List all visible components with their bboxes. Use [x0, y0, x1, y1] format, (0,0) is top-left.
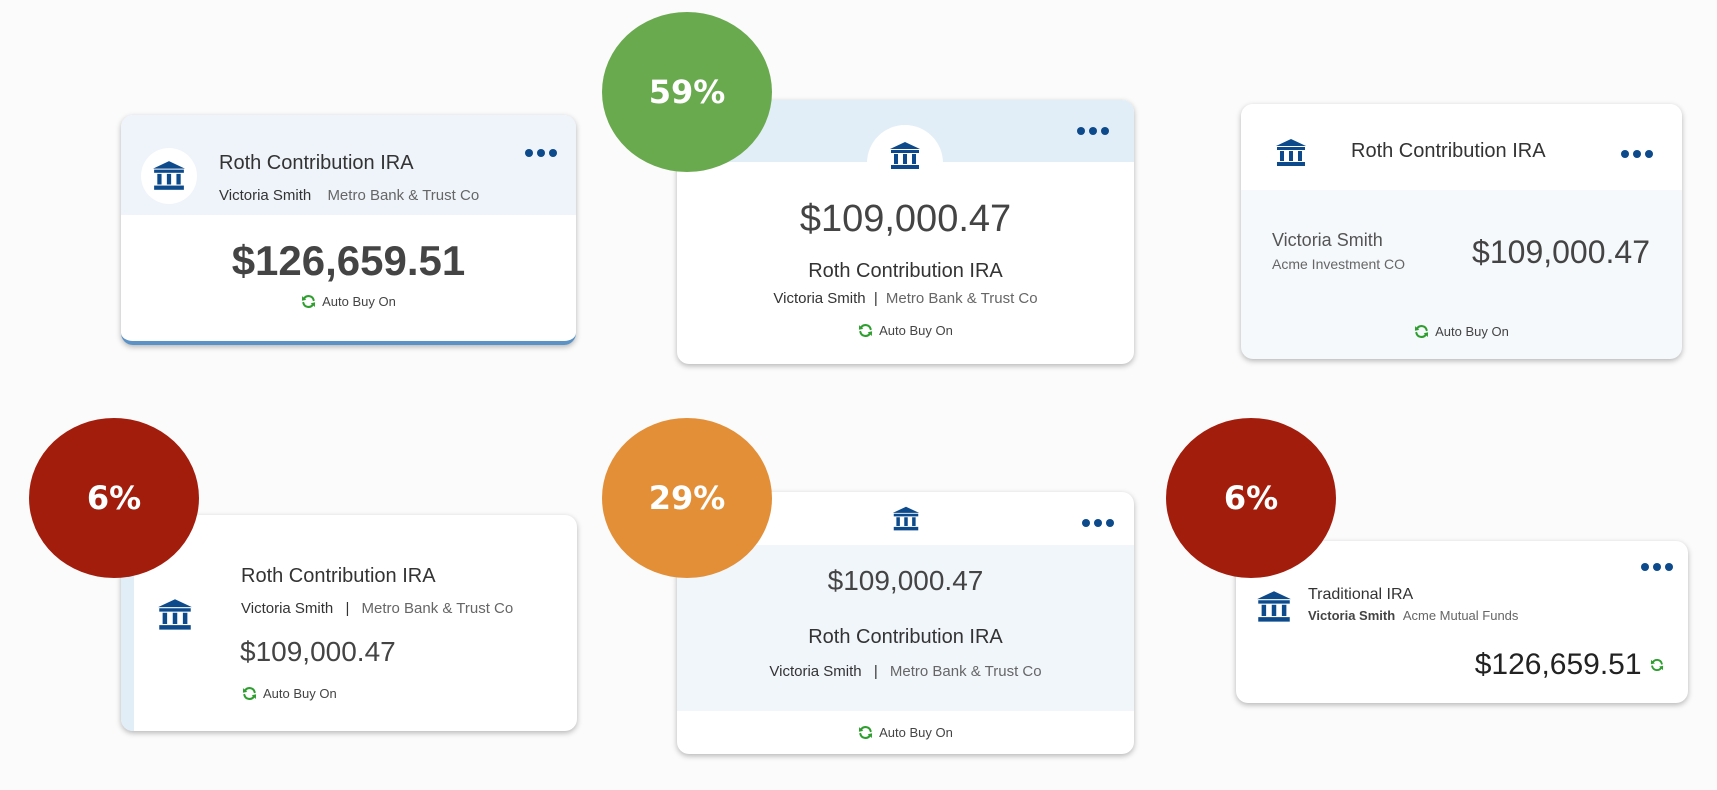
allocation-badge: 59% [602, 12, 772, 172]
more-options-icon[interactable] [1077, 127, 1109, 135]
account-title: Roth Contribution IRA [219, 152, 414, 174]
bank-icon [1274, 137, 1308, 169]
auto-buy-label: Auto Buy On [879, 725, 953, 741]
refresh-icon [1414, 324, 1429, 339]
account-institution: Metro Bank & Trust Co [885, 290, 1038, 307]
account-owner: Victoria Smith [769, 663, 862, 680]
account-title: Roth Contribution IRA [808, 626, 1003, 648]
account-institution: Metro Bank & Trust Co [327, 187, 480, 204]
account-balance: $126,659.51 [231, 237, 466, 284]
account-balance: $109,000.47 [240, 636, 396, 667]
auto-buy-label: Auto Buy On [1435, 324, 1509, 340]
account-card-3[interactable]: Roth Contribution IRA Victoria Smith Acm… [1241, 104, 1682, 359]
account-title: Roth Contribution IRA [1351, 140, 1546, 162]
account-owner: Victoria Smith [241, 600, 334, 617]
account-owner: Victoria Smith [1308, 608, 1396, 623]
separator: | [873, 663, 878, 680]
auto-buy-label: Auto Buy On [263, 686, 337, 702]
auto-buy-status[interactable]: Auto Buy On [677, 322, 1134, 338]
more-options-icon[interactable] [525, 149, 557, 157]
bank-icon-circle [867, 125, 943, 201]
allocation-badge: 29% [602, 418, 772, 578]
account-meta: Victoria Smith | Metro Bank & Trust Co [241, 600, 513, 617]
account-owner: Victoria Smith [219, 187, 312, 204]
account-institution: Acme Investment CO [1272, 256, 1406, 272]
account-institution: Metro Bank & Trust Co [361, 600, 514, 617]
auto-buy-status[interactable]: Auto Buy On [677, 724, 1134, 740]
account-card-1[interactable]: Roth Contribution IRA Victoria Smith Met… [121, 115, 576, 345]
account-balance: $109,000.47 [1472, 234, 1650, 270]
account-meta: Victoria Smith | Metro Bank & Trust Co [677, 290, 1134, 307]
auto-buy-status[interactable]: Auto Buy On [121, 293, 576, 309]
allocation-badge: 6% [1166, 418, 1336, 578]
account-meta: Victoria Smith Acme Mutual Funds [1308, 608, 1518, 623]
bank-icon-circle [141, 148, 197, 204]
auto-buy-label: Auto Buy On [879, 323, 953, 339]
account-title: Roth Contribution IRA [808, 260, 1003, 282]
account-title: Roth Contribution IRA [241, 565, 436, 587]
separator: | [873, 290, 878, 307]
separator: | [345, 600, 350, 617]
account-balance: $126,659.51 [1474, 648, 1642, 681]
allocation-badge: 6% [29, 418, 199, 578]
account-owner: Victoria Smith [773, 290, 866, 307]
account-balance: $109,000.47 [827, 565, 984, 596]
account-card-4[interactable]: Roth Contribution IRA Victoria Smith | M… [121, 515, 577, 731]
account-institution: Acme Mutual Funds [1402, 608, 1519, 623]
refresh-icon [301, 294, 316, 309]
account-balance-row: $126,659.51 [1475, 648, 1664, 682]
account-institution: Metro Bank & Trust Co [889, 663, 1042, 680]
more-options-icon[interactable] [1621, 150, 1653, 158]
bank-icon [1256, 588, 1292, 626]
bank-icon [157, 596, 193, 634]
account-card-6[interactable]: Traditional IRA Victoria Smith Acme Mutu… [1236, 541, 1688, 703]
account-meta: Victoria Smith | Metro Bank & Trust Co [677, 663, 1134, 680]
bank-icon [892, 505, 920, 533]
more-options-icon[interactable] [1082, 519, 1114, 527]
auto-buy-status[interactable]: Auto Buy On [1241, 323, 1682, 339]
refresh-icon[interactable] [1650, 658, 1664, 672]
more-options-icon[interactable] [1641, 563, 1673, 571]
account-owner: Victoria Smith [1272, 230, 1383, 250]
account-meta: Victoria Smith Metro Bank & Trust Co [219, 187, 479, 204]
account-balance: $109,000.47 [799, 198, 1012, 240]
refresh-icon [242, 686, 257, 701]
auto-buy-status[interactable]: Auto Buy On [242, 685, 337, 701]
refresh-icon [858, 725, 873, 740]
bank-icon [887, 140, 923, 172]
auto-buy-label: Auto Buy On [322, 294, 396, 310]
refresh-icon [858, 323, 873, 338]
account-title: Traditional IRA [1308, 586, 1414, 603]
bank-icon [151, 159, 187, 193]
